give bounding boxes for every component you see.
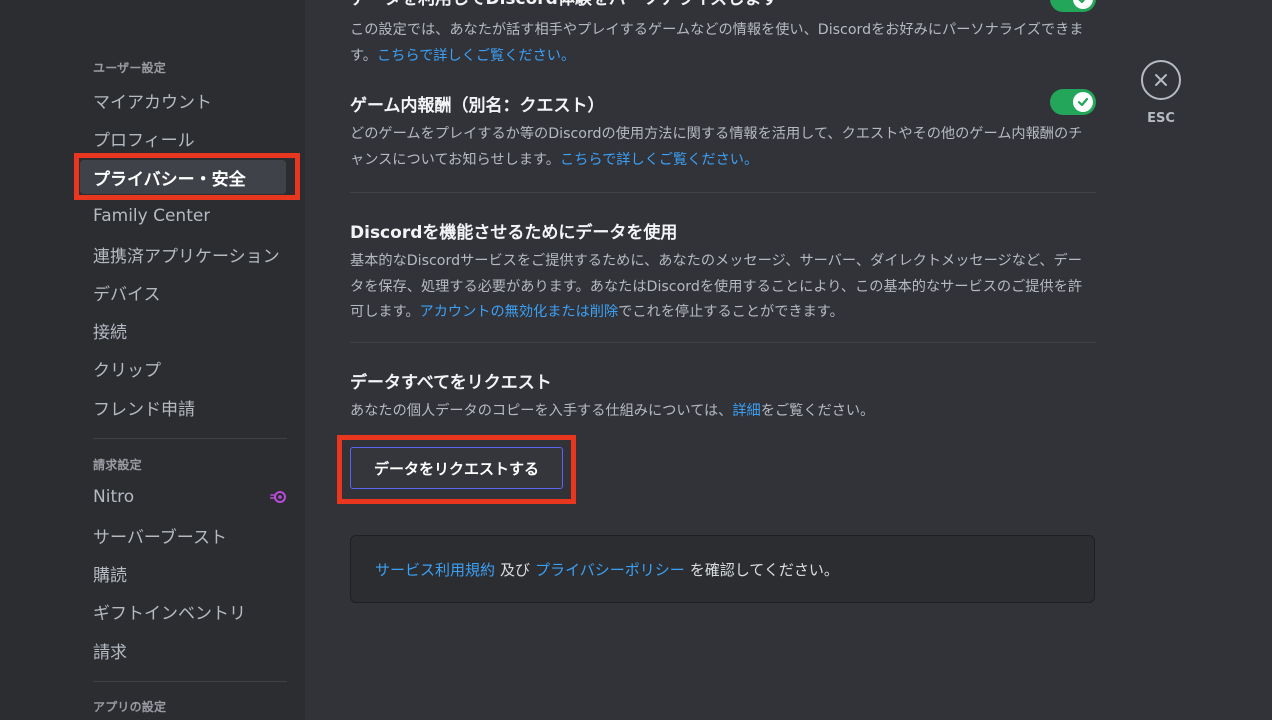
- sidebar-item-privacy-safety[interactable]: プライバシー・安全: [80, 160, 286, 194]
- sidebar-item-profile[interactable]: プロフィール: [80, 121, 286, 155]
- sidebar-divider: [93, 681, 287, 682]
- sidebar-item-friend-requests[interactable]: フレンド申請: [80, 390, 286, 424]
- close-settings: ESC: [1138, 60, 1184, 126]
- quests-learn-more-link[interactable]: こちらで詳しくご覧ください。: [560, 152, 758, 168]
- sidebar-item-server-boost[interactable]: サーバーブースト: [80, 518, 286, 552]
- personalize-title: データを利用してDiscord体験をパーソナライズします: [350, 0, 778, 9]
- section-divider: [350, 342, 1096, 343]
- personalize-toggle[interactable]: [1050, 0, 1096, 12]
- toggle-knob: [1073, 92, 1093, 112]
- close-icon: [1155, 74, 1167, 86]
- personalize-learn-more-link[interactable]: こちらで詳しくご覧ください。: [377, 48, 575, 64]
- billing-settings-header: 請求設定: [93, 458, 142, 472]
- toggle-knob: [1073, 0, 1093, 9]
- request-data-description: あなたの個人データのコピーを入手する仕組みについては、詳細をご覧ください。: [350, 403, 875, 419]
- app-settings-header: アプリの設定: [93, 700, 167, 714]
- sidebar-item-nitro[interactable]: Nitro: [80, 480, 286, 514]
- sidebar-item-authorized-apps[interactable]: 連携済アプリケーション: [80, 237, 286, 271]
- check-icon: [1078, 0, 1086, 4]
- terms-notice: サービス利用規約 及び プライバシーポリシー を確認してください。: [350, 535, 1095, 603]
- personalize-description: この設定では、あなたが話す相手やプレイするゲームなどの情報を使い、Discord…: [350, 22, 1084, 64]
- nitro-icon: [270, 491, 286, 503]
- sidebar-item-billing[interactable]: 請求: [80, 633, 286, 667]
- privacy-policy-link[interactable]: プライバシーポリシー: [535, 559, 685, 580]
- functional-data-title: Discordを機能させるためにデータを使用: [350, 223, 678, 243]
- user-settings-header: ユーザー設定: [93, 61, 166, 75]
- settings-sidebar: ユーザー設定 マイアカウント プロフィール プライバシー・安全 Family C…: [0, 0, 305, 720]
- sidebar-item-gift-inventory[interactable]: ギフトインベントリ: [80, 594, 286, 628]
- sidebar-item-clips[interactable]: クリップ: [80, 351, 286, 385]
- terms-of-service-link[interactable]: サービス利用規約: [375, 559, 495, 580]
- sidebar-item-devices[interactable]: デバイス: [80, 275, 286, 309]
- sidebar-item-family-center[interactable]: Family Center: [80, 199, 286, 233]
- check-icon: [1077, 97, 1089, 107]
- quests-toggle[interactable]: [1050, 89, 1096, 115]
- section-divider: [350, 192, 1096, 193]
- sidebar-divider: [93, 438, 287, 439]
- sidebar-item-connections[interactable]: 接続: [80, 313, 286, 347]
- close-button[interactable]: [1141, 60, 1181, 100]
- esc-label: ESC: [1147, 111, 1175, 126]
- request-data-button[interactable]: データをリクエストする: [350, 447, 563, 489]
- request-data-title: データすべてをリクエスト: [350, 373, 552, 393]
- sidebar-item-subscriptions[interactable]: 購読: [80, 556, 286, 590]
- request-details-link[interactable]: 詳細: [732, 403, 760, 419]
- quests-title: ゲーム内報酬（別名：クエスト）: [350, 96, 605, 116]
- functional-data-description: 基本的なDiscordサービスをご提供するために、あなたのメッセージ、サーバー、…: [350, 253, 1083, 320]
- quests-description: どのゲームをプレイするか等のDiscordの使用方法に関する情報を活用して、クエ…: [350, 126, 1083, 168]
- disable-delete-account-link[interactable]: アカウントの無効化または削除: [420, 304, 619, 320]
- sidebar-item-my-account[interactable]: マイアカウント: [80, 83, 286, 117]
